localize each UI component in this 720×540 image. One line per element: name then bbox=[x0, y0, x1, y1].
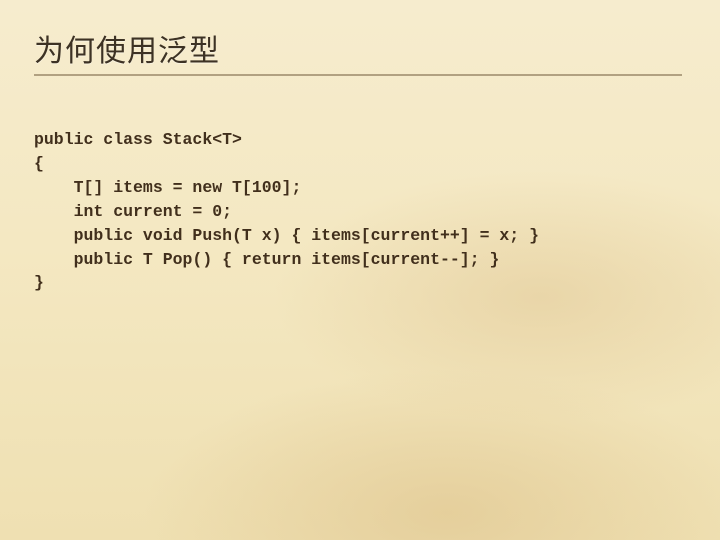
code-block: public class Stack<T> { T[] items = new … bbox=[34, 104, 539, 295]
code-line: public void Push(T x) { items[current++]… bbox=[34, 226, 539, 245]
code-line: { bbox=[34, 154, 44, 173]
code-line: public T Pop() { return items[current--]… bbox=[34, 250, 499, 269]
code-line: T[] items = new T[100]; bbox=[34, 178, 301, 197]
slide: 为何使用泛型 public class Stack<T> { T[] items… bbox=[0, 0, 720, 540]
code-line: public class Stack<T> bbox=[34, 130, 242, 149]
code-line: int current = 0; bbox=[34, 202, 232, 221]
code-line: } bbox=[34, 273, 44, 292]
slide-title: 为何使用泛型 bbox=[34, 26, 682, 76]
